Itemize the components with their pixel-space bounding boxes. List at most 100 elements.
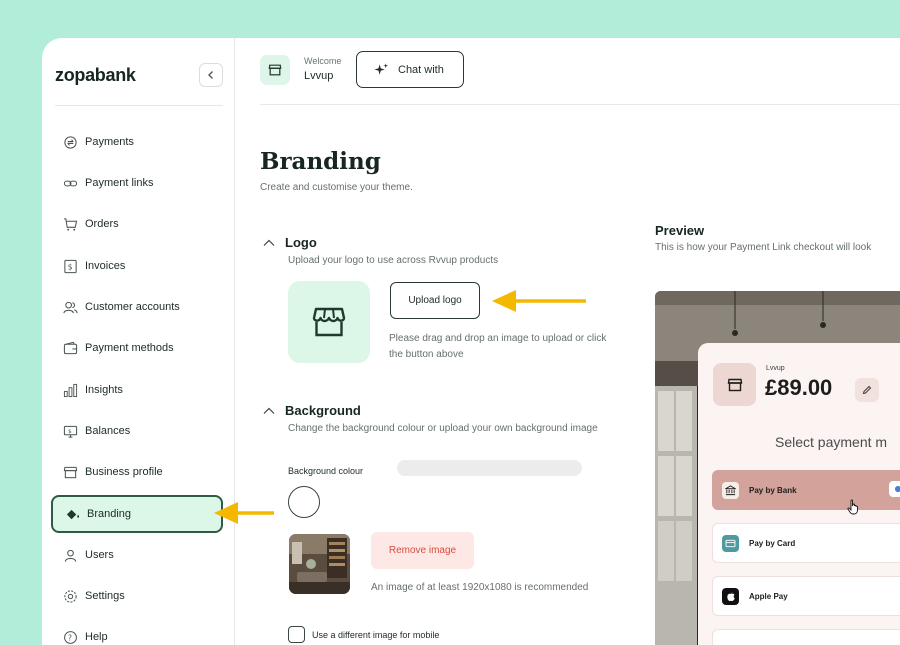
hand-cursor-icon xyxy=(847,499,861,520)
sidebar-item-customer-accounts[interactable]: Customer accounts xyxy=(51,288,223,326)
sidebar-item-insights[interactable]: Insights xyxy=(51,371,223,409)
payment-method-label: Pay by Bank xyxy=(749,485,797,495)
sidebar-item-label: Settings xyxy=(85,590,125,602)
sidebar-item-label: Insights xyxy=(85,384,123,396)
upload-logo-button[interactable]: Upload logo xyxy=(390,282,480,319)
preview-title: Preview xyxy=(655,223,705,238)
sidebar-item-payments[interactable]: Payments xyxy=(51,123,223,161)
store-icon xyxy=(260,55,290,85)
edit-amount-button[interactable] xyxy=(855,378,879,402)
sidebar-item-label: Invoices xyxy=(85,260,126,272)
sidebar-item-label: Payments xyxy=(85,136,134,148)
svg-text:?: ? xyxy=(67,633,71,642)
mobile-image-label: Use a different image for mobile xyxy=(312,629,440,640)
page-title: Branding xyxy=(260,148,381,175)
background-section-title: Background xyxy=(285,403,361,418)
help-icon: ? xyxy=(62,629,78,645)
svg-text:$: $ xyxy=(67,262,72,271)
checkout-amount: £89.00 xyxy=(765,375,833,400)
balance-icon: $ xyxy=(62,423,78,439)
invoice-icon: $ xyxy=(62,258,78,274)
store-icon xyxy=(312,307,346,337)
store-icon xyxy=(62,464,78,480)
sidebar-item-label: Help xyxy=(85,631,108,643)
payment-method-pay-by-card[interactable]: Pay by Card xyxy=(712,523,900,563)
payment-method-more[interactable] xyxy=(712,629,900,645)
page-subtitle: Create and customise your theme. xyxy=(260,182,413,193)
brand-logo: zopabank xyxy=(55,65,136,85)
sidebar-item-branding[interactable]: Branding xyxy=(51,495,223,533)
logo-placeholder[interactable] xyxy=(288,281,370,363)
welcome-label: Welcome xyxy=(304,56,342,66)
link-icon xyxy=(62,175,78,191)
sidebar-item-payment-links[interactable]: Payment links xyxy=(51,164,223,202)
paint-bucket-icon xyxy=(64,506,80,522)
select-payment-heading: Select payment m xyxy=(775,434,888,450)
sidebar-item-business-profile[interactable]: Business profile xyxy=(51,453,223,491)
header-divider xyxy=(260,104,900,105)
preview-subtitle: This is how your Payment Link checkout w… xyxy=(655,242,872,253)
chevron-up-icon xyxy=(263,407,275,415)
sidebar: zopabank Payments Payment links Orders $… xyxy=(42,38,235,645)
pencil-icon xyxy=(862,385,872,395)
store-icon xyxy=(713,363,756,406)
sidebar-item-label: Payment links xyxy=(85,177,154,189)
sidebar-item-label: Orders xyxy=(85,218,119,230)
chat-button[interactable]: Chat with xyxy=(356,51,464,88)
payment-method-label: Pay by Card xyxy=(749,538,796,548)
remove-image-button[interactable]: Remove image xyxy=(371,532,474,569)
sidebar-item-help[interactable]: ? Help xyxy=(51,618,223,645)
merchant-name: Lvvup xyxy=(766,365,785,372)
account-name: Lvvup xyxy=(304,70,334,82)
sidebar-item-label: Balances xyxy=(85,425,131,437)
chevron-up-icon xyxy=(263,239,275,247)
sidebar-item-invoices[interactable]: $ Invoices xyxy=(51,247,223,285)
sidebar-divider xyxy=(55,105,223,106)
bank-logo-chip xyxy=(889,481,900,497)
mobile-image-checkbox[interactable]: Use a different image for mobile xyxy=(288,626,439,643)
background-section-toggle[interactable]: Background xyxy=(263,403,361,418)
image-size-hint: An image of at least 1920x1080 is recomm… xyxy=(371,582,589,593)
gear-icon xyxy=(62,588,78,604)
users-icon xyxy=(62,299,78,315)
background-section-description: Change the background colour or upload y… xyxy=(288,423,598,434)
background-image-thumbnail xyxy=(289,534,350,594)
logo-section-title: Logo xyxy=(285,235,317,250)
payments-icon xyxy=(62,134,78,150)
cart-icon xyxy=(62,216,78,232)
background-colour-label: Background colour xyxy=(288,466,364,476)
app-window: zopabank Payments Payment links Orders $… xyxy=(42,38,900,645)
sidebar-item-payment-methods[interactable]: Payment methods xyxy=(51,329,223,367)
sidebar-item-label: Customer accounts xyxy=(85,301,180,313)
payment-method-label: Apple Pay xyxy=(749,591,788,601)
arrow-to-upload-icon xyxy=(492,290,586,312)
apple-icon xyxy=(722,587,739,605)
payment-method-pay-by-bank[interactable]: Pay by Bank xyxy=(712,470,900,510)
sidebar-item-label: Business profile xyxy=(85,466,163,478)
sidebar-item-label: Payment methods xyxy=(85,342,174,354)
background-colour-input[interactable] xyxy=(397,460,582,476)
sidebar-item-settings[interactable]: Settings xyxy=(51,577,223,615)
arrow-to-branding-icon xyxy=(214,502,274,524)
colour-swatch[interactable] xyxy=(288,486,320,518)
svg-text:$: $ xyxy=(68,428,72,434)
collapse-sidebar-button[interactable] xyxy=(199,63,223,87)
wallet-icon xyxy=(62,340,78,356)
chat-button-label: Chat with xyxy=(398,63,444,76)
sidebar-item-label: Branding xyxy=(87,508,132,520)
bar-chart-icon xyxy=(62,382,78,398)
sidebar-item-label: Users xyxy=(85,549,114,561)
logo-section-description: Upload your logo to use across Rvvup pro… xyxy=(288,255,499,266)
payment-method-apple-pay[interactable]: Apple Pay xyxy=(712,576,900,616)
card-icon xyxy=(722,534,739,552)
user-icon xyxy=(62,547,78,563)
sparkle-icon xyxy=(373,62,390,78)
sidebar-item-users[interactable]: Users xyxy=(51,536,223,574)
sidebar-item-orders[interactable]: Orders xyxy=(51,205,223,243)
drag-drop-hint: Please drag and drop an image to upload … xyxy=(389,333,607,360)
logo-section-toggle[interactable]: Logo xyxy=(263,235,317,250)
chevron-left-icon xyxy=(208,71,213,79)
checkbox[interactable] xyxy=(288,626,305,643)
sidebar-item-balances[interactable]: $ Balances xyxy=(51,412,223,450)
bank-icon xyxy=(722,481,739,499)
